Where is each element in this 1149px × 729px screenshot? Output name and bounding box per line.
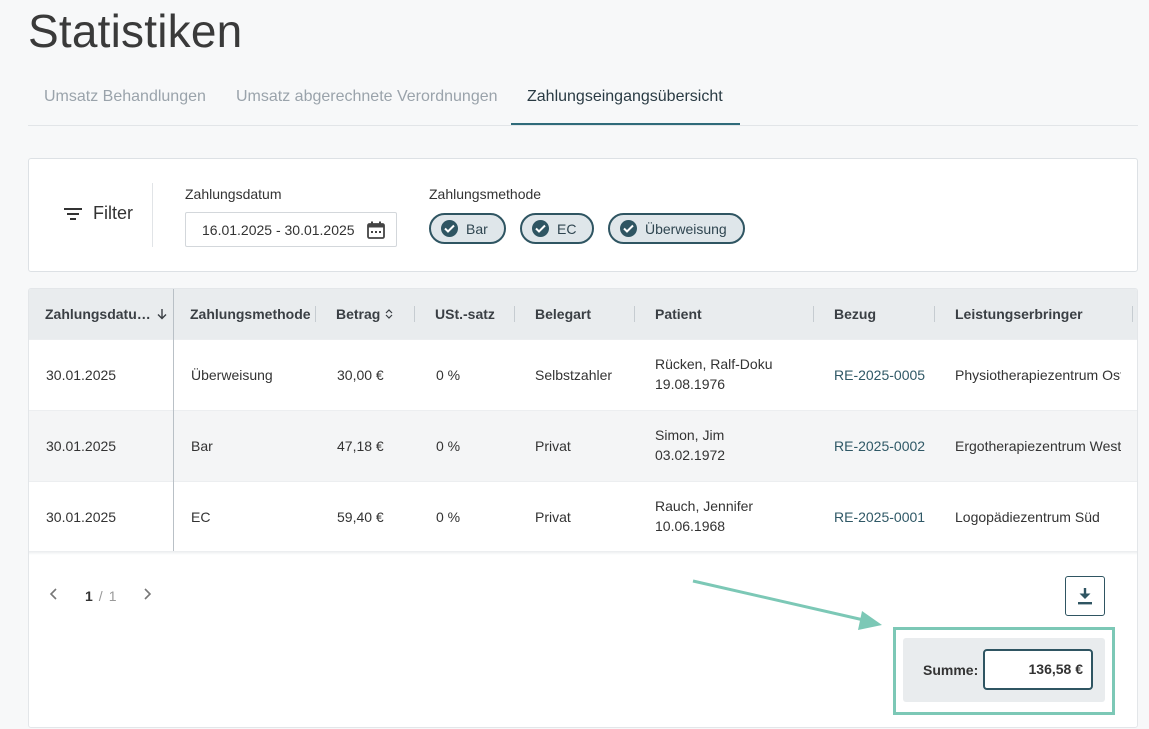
tab-bar: Umsatz Behandlungen Umsatz abgerechnete … — [28, 70, 1138, 126]
cell-patient: Rauch, Jennifer 10.06.1968 — [655, 496, 753, 536]
table-header: Zahlungsdatu… Zahlungsmethode Betrag USt… — [29, 289, 1137, 339]
filter-label: Filter — [93, 203, 133, 223]
calendar-icon[interactable] — [366, 220, 386, 240]
check-circle-icon — [441, 220, 458, 237]
cell-provider: Logopädiezentrum Süd — [955, 509, 1100, 525]
method-field-label: Zahlungsmethode — [429, 186, 542, 202]
cell-date: 30.01.2025 — [46, 438, 117, 454]
cell-amount: 30,00 € — [337, 367, 384, 383]
col-separator[interactable] — [1132, 306, 1133, 322]
page-title: Statistiken — [28, 5, 243, 57]
col-header-label: Belegart — [535, 306, 592, 322]
table-row[interactable]: 30.01.2025 EC 59,40 € 0 % Privat Rauch, … — [29, 481, 1137, 552]
cell-reference-link[interactable]: RE-2025-0005 — [834, 367, 925, 383]
cell-amount: 47,18 € — [337, 438, 384, 454]
summary-value-field: 136,58 € — [983, 649, 1093, 690]
patient-dob: 19.08.1976 — [655, 376, 726, 392]
date-field-label: Zahlungsdatum — [185, 186, 282, 202]
cell-patient: Simon, Jim 03.02.1972 — [655, 425, 725, 465]
col-separator[interactable] — [315, 306, 316, 322]
col-header-provider[interactable]: Leistungserbringer — [955, 306, 1083, 322]
cell-amount: 59,40 € — [337, 509, 384, 525]
chip-label: Überweisung — [645, 220, 727, 237]
total-pages: 1 — [108, 588, 117, 604]
filter-divider — [152, 183, 153, 247]
cell-reference-link[interactable]: RE-2025-0002 — [834, 438, 925, 454]
col-header-label: Zahlungsmethode — [190, 306, 311, 322]
table-row[interactable]: 30.01.2025 Bar 47,18 € 0 % Privat Simon,… — [29, 410, 1137, 481]
cell-method: EC — [191, 509, 211, 525]
cell-type: Privat — [535, 438, 571, 454]
col-header-patient[interactable]: Patient — [655, 306, 702, 322]
check-circle-icon — [620, 220, 637, 237]
patient-name: Rauch, Jennifer — [655, 498, 754, 514]
tab-zahlungseingang[interactable]: Zahlungseingangsübersicht — [527, 88, 723, 106]
col-header-label: Betrag — [336, 306, 381, 322]
chevron-left-icon[interactable] — [49, 587, 59, 605]
pagination: 1 / 1 — [49, 587, 152, 605]
col-separator[interactable] — [634, 306, 635, 322]
tab-umsatz-verordnungen[interactable]: Umsatz abgerechnete Verordnungen — [236, 88, 498, 106]
frozen-column-divider — [173, 289, 174, 551]
col-header-amount[interactable]: Betrag — [336, 306, 394, 322]
table-row[interactable]: 30.01.2025 Überweisung 30,00 € 0 % Selbs… — [29, 339, 1137, 410]
col-header-label: Leistungserbringer — [955, 306, 1083, 322]
chip-ueberweisung[interactable]: Überweisung — [608, 213, 745, 244]
filter-lines-icon — [64, 207, 82, 220]
patient-dob: 03.02.1972 — [655, 447, 726, 463]
cell-provider: Ergotherapiezentrum West — [955, 438, 1121, 454]
download-button[interactable] — [1065, 576, 1105, 616]
cell-vat: 0 % — [436, 509, 461, 525]
col-header-method[interactable]: Zahlungsmethode — [190, 306, 311, 322]
col-separator[interactable] — [813, 306, 814, 322]
chevron-right-icon[interactable] — [142, 587, 152, 605]
date-range-input[interactable]: 16.01.2025 - 30.01.2025 — [185, 212, 397, 247]
filter-toggle[interactable]: Filter — [63, 203, 133, 224]
cell-date: 30.01.2025 — [46, 509, 117, 525]
cell-patient: Rücken, Ralf-Doku 19.08.1976 — [655, 354, 773, 394]
active-tab-indicator — [511, 123, 740, 125]
col-header-label: Patient — [655, 306, 702, 322]
tab-umsatz-behandlungen[interactable]: Umsatz Behandlungen — [44, 88, 206, 106]
chip-ec[interactable]: EC — [520, 213, 595, 244]
page-separator: / — [98, 588, 103, 604]
patient-name: Rücken, Ralf-Doku — [655, 356, 773, 372]
patient-name: Simon, Jim — [655, 427, 725, 443]
col-header-label: Zahlungsdatu… — [45, 306, 151, 322]
download-icon — [1078, 588, 1092, 605]
cell-vat: 0 % — [436, 367, 461, 383]
summary-label: Summe: — [923, 662, 979, 678]
cell-provider: Physiotherapiezentrum Ost — [955, 367, 1121, 383]
cell-reference-link[interactable]: RE-2025-0001 — [834, 509, 925, 525]
cell-method: Bar — [191, 438, 213, 454]
col-header-type[interactable]: Belegart — [535, 306, 591, 322]
filter-panel: Filter Zahlungsdatum 16.01.2025 - 30.01.… — [28, 158, 1138, 272]
patient-dob: 10.06.1968 — [655, 518, 726, 534]
current-page: 1 — [85, 588, 93, 604]
cell-date: 30.01.2025 — [46, 367, 117, 383]
cell-method: Überweisung — [191, 367, 273, 383]
summary-box: Summe: 136,58 € — [903, 638, 1105, 702]
col-separator[interactable] — [414, 306, 415, 322]
check-circle-icon — [532, 220, 549, 237]
col-header-reference[interactable]: Bezug — [834, 306, 876, 322]
chip-bar[interactable]: Bar — [429, 213, 506, 244]
sort-icon — [385, 309, 393, 319]
chip-label: Bar — [466, 220, 488, 237]
col-header-label: USt.-satz — [435, 306, 495, 322]
col-header-vat[interactable]: USt.-satz — [435, 306, 495, 322]
col-header-label: Bezug — [834, 306, 876, 322]
cell-type: Privat — [535, 509, 571, 525]
col-header-date[interactable]: Zahlungsdatu… — [45, 306, 168, 322]
col-separator[interactable] — [934, 306, 935, 322]
chip-label: EC — [557, 220, 577, 237]
arrow-down-icon — [157, 309, 167, 320]
cell-type: Selbstzahler — [535, 367, 613, 383]
table-bottom-shadow — [29, 551, 1137, 555]
date-range-value: 16.01.2025 - 30.01.2025 — [202, 222, 355, 238]
cell-vat: 0 % — [436, 438, 461, 454]
col-separator[interactable] — [514, 306, 515, 322]
